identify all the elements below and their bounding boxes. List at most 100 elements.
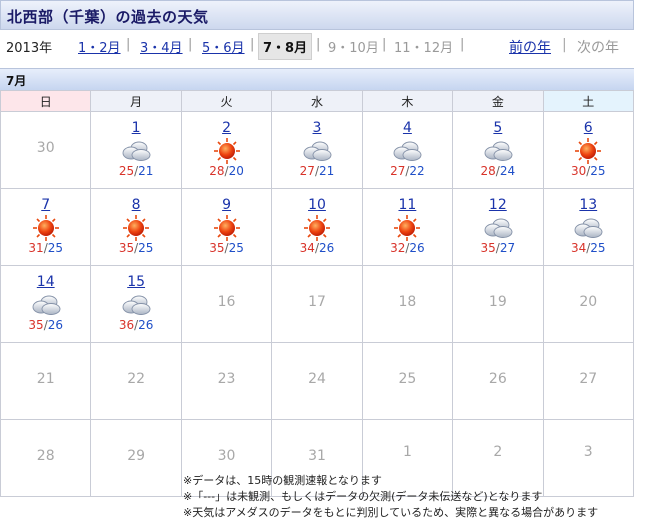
day-link[interactable]: 4 (363, 120, 452, 136)
note-line: ※天気はアメダスのデータをもとに判別しているため、実際と異なる場合があります (183, 506, 599, 519)
year-divider: | (562, 37, 567, 53)
day-link[interactable]: 9 (182, 197, 271, 213)
day-link[interactable]: 10 (272, 197, 361, 213)
day-number: 3 (583, 444, 593, 460)
temperature-pair: 36/26 (91, 318, 180, 332)
day-cell: 23 (180, 342, 273, 420)
temperature-pair: 35/27 (453, 241, 542, 255)
day-number: 21 (36, 371, 55, 387)
day-number: 18 (398, 294, 417, 310)
cloudy-icon (91, 138, 180, 164)
day-cell[interactable]: 2 28/20 (180, 111, 273, 189)
cloudy-icon (453, 215, 542, 241)
min-temp: 25 (228, 241, 244, 255)
sunny-icon (1, 215, 90, 241)
day-link[interactable]: 12 (453, 197, 542, 213)
min-temp: 26 (409, 241, 425, 255)
min-temp: 24 (499, 164, 516, 178)
day-link[interactable]: 5 (453, 120, 542, 136)
min-temp: 25 (47, 241, 64, 255)
day-cell[interactable]: 5 28/24 (452, 111, 544, 189)
day-number: 19 (488, 294, 507, 310)
max-temp: 28 (480, 164, 496, 178)
day-link[interactable]: 14 (1, 274, 90, 290)
temperature-pair: 27/21 (272, 164, 361, 178)
temperature-pair: 28/24 (453, 164, 542, 178)
day-cell[interactable]: 3 27/21 (271, 111, 363, 189)
day-cell[interactable]: 8 35/25 (90, 188, 182, 266)
day-cell[interactable]: 11 32/26 (361, 188, 454, 266)
day-link[interactable]: 1 (91, 120, 180, 136)
day-cell[interactable]: 6 30/25 (542, 111, 635, 189)
period-separator: | (188, 37, 193, 52)
note-line: ※データは、15時の観測速報となります (183, 474, 382, 487)
sunny-icon (363, 215, 452, 241)
weekday-sunday: 日 (0, 90, 92, 112)
period-jan-feb-link[interactable]: 1・2月 (78, 37, 121, 56)
day-cell[interactable]: 10 34/26 (271, 188, 363, 266)
max-temp: 25 (118, 164, 135, 178)
weekday-wednesday: 水 (271, 90, 363, 112)
day-link[interactable]: 13 (544, 197, 633, 213)
period-separator: | (250, 37, 255, 52)
temperature-pair: 35/26 (1, 318, 90, 332)
max-temp: 27 (390, 164, 406, 178)
day-cell: 17 (271, 265, 363, 343)
day-cell: 28 (0, 419, 92, 497)
day-number: 20 (579, 294, 598, 310)
day-cell: 25 (361, 342, 454, 420)
period-mar-apr-link[interactable]: 3・4月 (140, 37, 183, 56)
day-cell[interactable]: 1 25/21 (90, 111, 182, 189)
day-cell[interactable]: 14 35/26 (0, 265, 92, 343)
max-temp: 27 (299, 164, 315, 178)
day-link[interactable]: 6 (544, 120, 633, 136)
day-cell[interactable]: 15 36/26 (90, 265, 182, 343)
day-cell: 19 (452, 265, 544, 343)
weekday-monday: 月 (90, 90, 182, 112)
month-label: 7月 (6, 74, 27, 88)
cloudy-icon (91, 292, 180, 318)
temperature-pair: 25/21 (91, 164, 180, 178)
period-jul-aug-current: 7・8月 (258, 33, 313, 60)
day-cell[interactable]: 7 31/25 (0, 188, 92, 266)
period-may-jun-link[interactable]: 5・6月 (202, 37, 245, 56)
max-temp: 36 (118, 318, 135, 332)
month-bar: 7月 (0, 68, 634, 90)
period-separator: | (382, 37, 387, 52)
max-temp: 31 (28, 241, 44, 255)
notes: ※データは、15時の観測速報となります ※「---」は未観測、もしくはデータの欠… (183, 473, 598, 521)
temperature-pair: 27/22 (363, 164, 452, 178)
day-number: 16 (217, 294, 236, 310)
day-cell[interactable]: 13 34/25 (542, 188, 635, 266)
sunny-icon (272, 215, 361, 241)
day-cell: 16 (180, 265, 273, 343)
day-number: 27 (579, 371, 598, 387)
max-temp: 32 (390, 241, 406, 255)
sunny-icon (544, 138, 633, 164)
day-link[interactable]: 15 (91, 274, 180, 290)
min-temp: 27 (499, 241, 516, 255)
min-temp: 26 (319, 241, 335, 255)
period-nov-dec: 11・12月 (394, 41, 454, 56)
day-link[interactable]: 3 (272, 120, 361, 136)
day-link[interactable]: 8 (91, 197, 180, 213)
day-cell[interactable]: 4 27/22 (361, 111, 454, 189)
day-number: 23 (217, 371, 236, 387)
day-cell: 29 (90, 419, 182, 497)
day-number: 30 (217, 448, 236, 464)
prev-year-link[interactable]: 前の年 (509, 37, 551, 57)
day-link[interactable]: 2 (182, 120, 271, 136)
day-link[interactable]: 7 (1, 197, 90, 213)
day-cell[interactable]: 9 35/25 (180, 188, 273, 266)
min-temp: 21 (319, 164, 335, 178)
weekday-tuesday: 火 (180, 90, 273, 112)
min-temp: 21 (138, 164, 154, 178)
temperature-pair: 34/25 (544, 241, 633, 255)
week-row: 14 35/26 15 36/26 16 17 18 19 20 (0, 265, 635, 343)
note-line: ※「---」は未観測、もしくはデータの欠測(データ未伝送など)となります (183, 490, 543, 503)
day-link[interactable]: 11 (363, 197, 452, 213)
day-cell[interactable]: 12 35/27 (452, 188, 544, 266)
day-number: 30 (36, 140, 55, 156)
year-label: 2013年 (6, 41, 53, 56)
max-temp: 35 (209, 241, 225, 255)
